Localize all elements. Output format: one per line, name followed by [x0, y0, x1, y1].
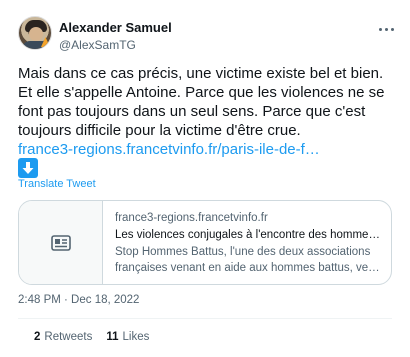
- more-options-icon[interactable]: [376, 22, 396, 36]
- tweet-text-line: toujours difficile pour la victime d'êtr…: [18, 122, 301, 139]
- tweet-stats: 2 Retweets 11 Likes: [34, 331, 149, 343]
- avatar[interactable]: [18, 16, 52, 50]
- tweet-text-line: Et elle s'appelle Antoine. Parce que les…: [18, 84, 385, 101]
- link-preview-card[interactable]: france3-regions.francetvinfo.fr Les viol…: [18, 200, 392, 285]
- translate-tweet-link[interactable]: Translate Tweet: [18, 178, 96, 190]
- tweet-text: Mais dans ce cas précis, une victime exi…: [18, 64, 400, 159]
- retweets-count: 2: [34, 331, 41, 343]
- card-domain: france3-regions.francetvinfo.fr: [115, 212, 268, 224]
- article-icon: [19, 201, 103, 284]
- tweet-link[interactable]: france3-regions.francetvinfo.fr/paris-il…: [18, 140, 400, 159]
- card-description-line: françaises venant en aide aux hommes bat…: [115, 262, 381, 274]
- author-name[interactable]: Alexander Samuel: [59, 20, 172, 35]
- tweet-text-line: font pas toujours dans un seul sens. Par…: [18, 103, 366, 120]
- likes-count: 11: [106, 331, 119, 343]
- tweet-text-line: Mais dans ce cas précis, une victime exi…: [18, 65, 384, 82]
- likes-stat[interactable]: 11 Likes: [106, 331, 149, 343]
- card-description: Stop Hommes Battus, l'une des deux assoc…: [115, 244, 381, 276]
- tweet-timestamp[interactable]: 2:48 PM · Dec 18, 2022: [18, 294, 139, 306]
- retweets-stat[interactable]: 2 Retweets: [34, 331, 92, 343]
- tweet-detail: Alexander Samuel @AlexSamTG Mais dans ce…: [0, 0, 410, 357]
- divider: [18, 318, 392, 319]
- likes-label: Likes: [122, 331, 150, 343]
- card-title: Les violences conjugales à l'encontre de…: [115, 229, 381, 241]
- card-description-line: Stop Hommes Battus, l'une des deux assoc…: [115, 246, 371, 258]
- tweet-header: Alexander Samuel @AlexSamTG: [18, 16, 398, 56]
- down-arrow-button-icon: [18, 158, 38, 178]
- card-body: france3-regions.francetvinfo.fr Les viol…: [103, 201, 391, 284]
- retweets-label: Retweets: [44, 331, 93, 343]
- author-handle[interactable]: @AlexSamTG: [59, 38, 136, 52]
